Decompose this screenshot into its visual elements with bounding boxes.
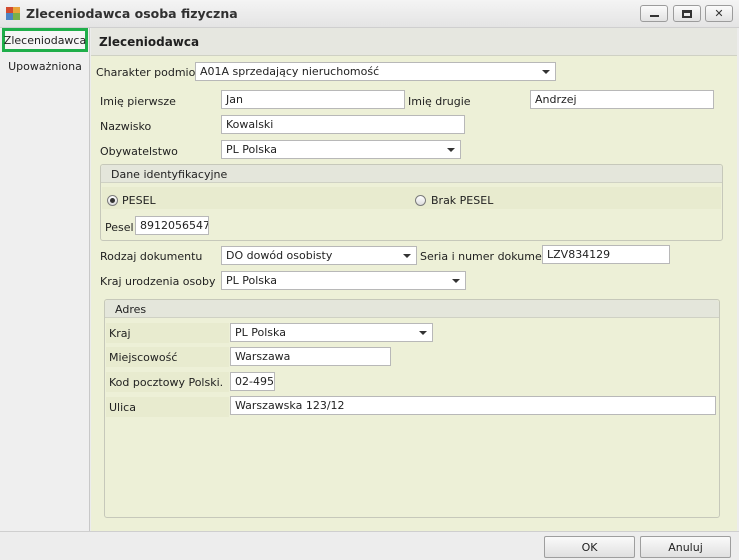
ulica-value: Warszawska 123/12 — [235, 399, 345, 412]
pesel-radio-label: PESEL — [122, 194, 156, 207]
nazwisko-field[interactable]: Kowalski — [221, 115, 465, 134]
title-bar: Zleceniodawca osoba fizyczna ✕ — [0, 0, 739, 28]
obywatelstwo-label: Obywatelstwo — [100, 145, 178, 158]
kod-pocztowy-field[interactable]: 02-495 — [230, 372, 275, 391]
adres-kraj-label: Kraj — [109, 327, 131, 340]
pesel-radio[interactable] — [107, 195, 118, 206]
kraj-urodzenia-select[interactable]: PL Polska — [221, 271, 466, 290]
seria-value: LZV834129 — [547, 248, 611, 261]
nazwisko-value: Kowalski — [226, 118, 274, 131]
charakter-select[interactable]: A01A sprzedający nieruchomość — [195, 62, 556, 81]
close-button[interactable]: ✕ — [705, 5, 733, 22]
obywatelstwo-select[interactable]: PL Polska — [221, 140, 461, 159]
chevron-down-icon — [447, 148, 455, 152]
chevron-down-icon — [419, 331, 427, 335]
maximize-button[interactable] — [673, 5, 701, 22]
imie-drugie-field[interactable]: Andrzej — [530, 90, 714, 109]
imie-pierwsze-field[interactable]: Jan — [221, 90, 405, 109]
imie-drugie-label: Imię drugie — [408, 95, 471, 108]
sidebar: Zleceniodawca Upoważniona — [0, 28, 90, 531]
imie-pierwsze-value: Jan — [226, 93, 243, 106]
sidebar-item-zleceniodawca[interactable]: Zleceniodawca — [2, 28, 88, 52]
charakter-value: A01A sprzedający nieruchomość — [200, 65, 380, 78]
adres-kraj-value: PL Polska — [235, 326, 286, 339]
adres-kraj-select[interactable]: PL Polska — [230, 323, 433, 342]
imie-drugie-value: Andrzej — [535, 93, 577, 106]
dane-group-header: Dane identyfikacyjne — [101, 165, 722, 183]
dane-identyfikacyjne-group: Dane identyfikacyjne PESEL Brak PESEL Pe… — [100, 164, 723, 241]
maximize-icon — [682, 9, 692, 18]
adres-group-title: Adres — [115, 303, 147, 316]
ulica-field[interactable]: Warszawska 123/12 — [230, 396, 716, 415]
close-icon: ✕ — [714, 7, 724, 20]
chevron-down-icon — [403, 254, 411, 258]
sidebar-item-label: Zleceniodawca — [3, 33, 87, 47]
sidebar-item-label: Upoważniona — [8, 59, 82, 73]
minimize-icon — [649, 15, 659, 17]
adres-group: Adres Kraj PL Polska Miejscowość Warszaw… — [104, 299, 720, 518]
kod-pocztowy-value: 02-495 — [235, 375, 274, 388]
obywatelstwo-value: PL Polska — [226, 143, 277, 156]
chevron-down-icon — [452, 279, 460, 283]
adres-group-header: Adres — [105, 300, 719, 318]
pesel-radio-row — [102, 187, 721, 209]
pesel-value: 89120565473 — [140, 219, 208, 232]
kod-pocztowy-label: Kod pocztowy Polski. — [109, 376, 224, 389]
brak-pesel-radio[interactable] — [415, 195, 426, 206]
ok-button[interactable]: OK — [544, 536, 635, 558]
chevron-down-icon — [542, 70, 550, 74]
brak-pesel-radio-label: Brak PESEL — [431, 194, 494, 207]
content-header: Zleceniodawca — [91, 28, 737, 56]
miejscowosc-label: Miejscowość — [109, 351, 178, 364]
rodzaj-dokumentu-select[interactable]: DO dowód osobisty — [221, 246, 417, 265]
minimize-button[interactable] — [640, 5, 668, 22]
imie-pierwsze-label: Imię pierwsze — [100, 95, 176, 108]
miejscowosc-value: Warszawa — [235, 350, 291, 363]
rodzaj-dokumentu-value: DO dowód osobisty — [226, 249, 333, 262]
kraj-urodzenia-value: PL Polska — [226, 274, 277, 287]
dialog-footer: OK Anuluj — [0, 531, 739, 560]
rodzaj-dokumentu-label: Rodzaj dokumentu — [100, 250, 203, 263]
charakter-label: Charakter podmiotu — [96, 66, 207, 79]
nazwisko-label: Nazwisko — [100, 120, 152, 133]
dane-group-title: Dane identyfikacyjne — [111, 168, 228, 181]
ulica-label: Ulica — [109, 401, 136, 414]
pesel-field[interactable]: 89120565473 — [135, 216, 209, 235]
page-title: Zleceniodawca — [99, 35, 200, 49]
window-title: Zleceniodawca osoba fizyczna — [26, 6, 238, 21]
content-panel: Zleceniodawca Charakter podmiotu A01A sp… — [91, 28, 737, 531]
app-icon — [6, 7, 20, 21]
miejscowosc-field[interactable]: Warszawa — [230, 347, 391, 366]
kraj-urodzenia-label: Kraj urodzenia osoby — [100, 275, 216, 288]
seria-label: Seria i numer dokumentu — [420, 250, 561, 263]
pesel-label: Pesel — [105, 221, 134, 234]
seria-field[interactable]: LZV834129 — [542, 245, 670, 264]
cancel-button[interactable]: Anuluj — [640, 536, 731, 558]
sidebar-item-upowazniona[interactable]: Upoważniona — [2, 54, 88, 78]
